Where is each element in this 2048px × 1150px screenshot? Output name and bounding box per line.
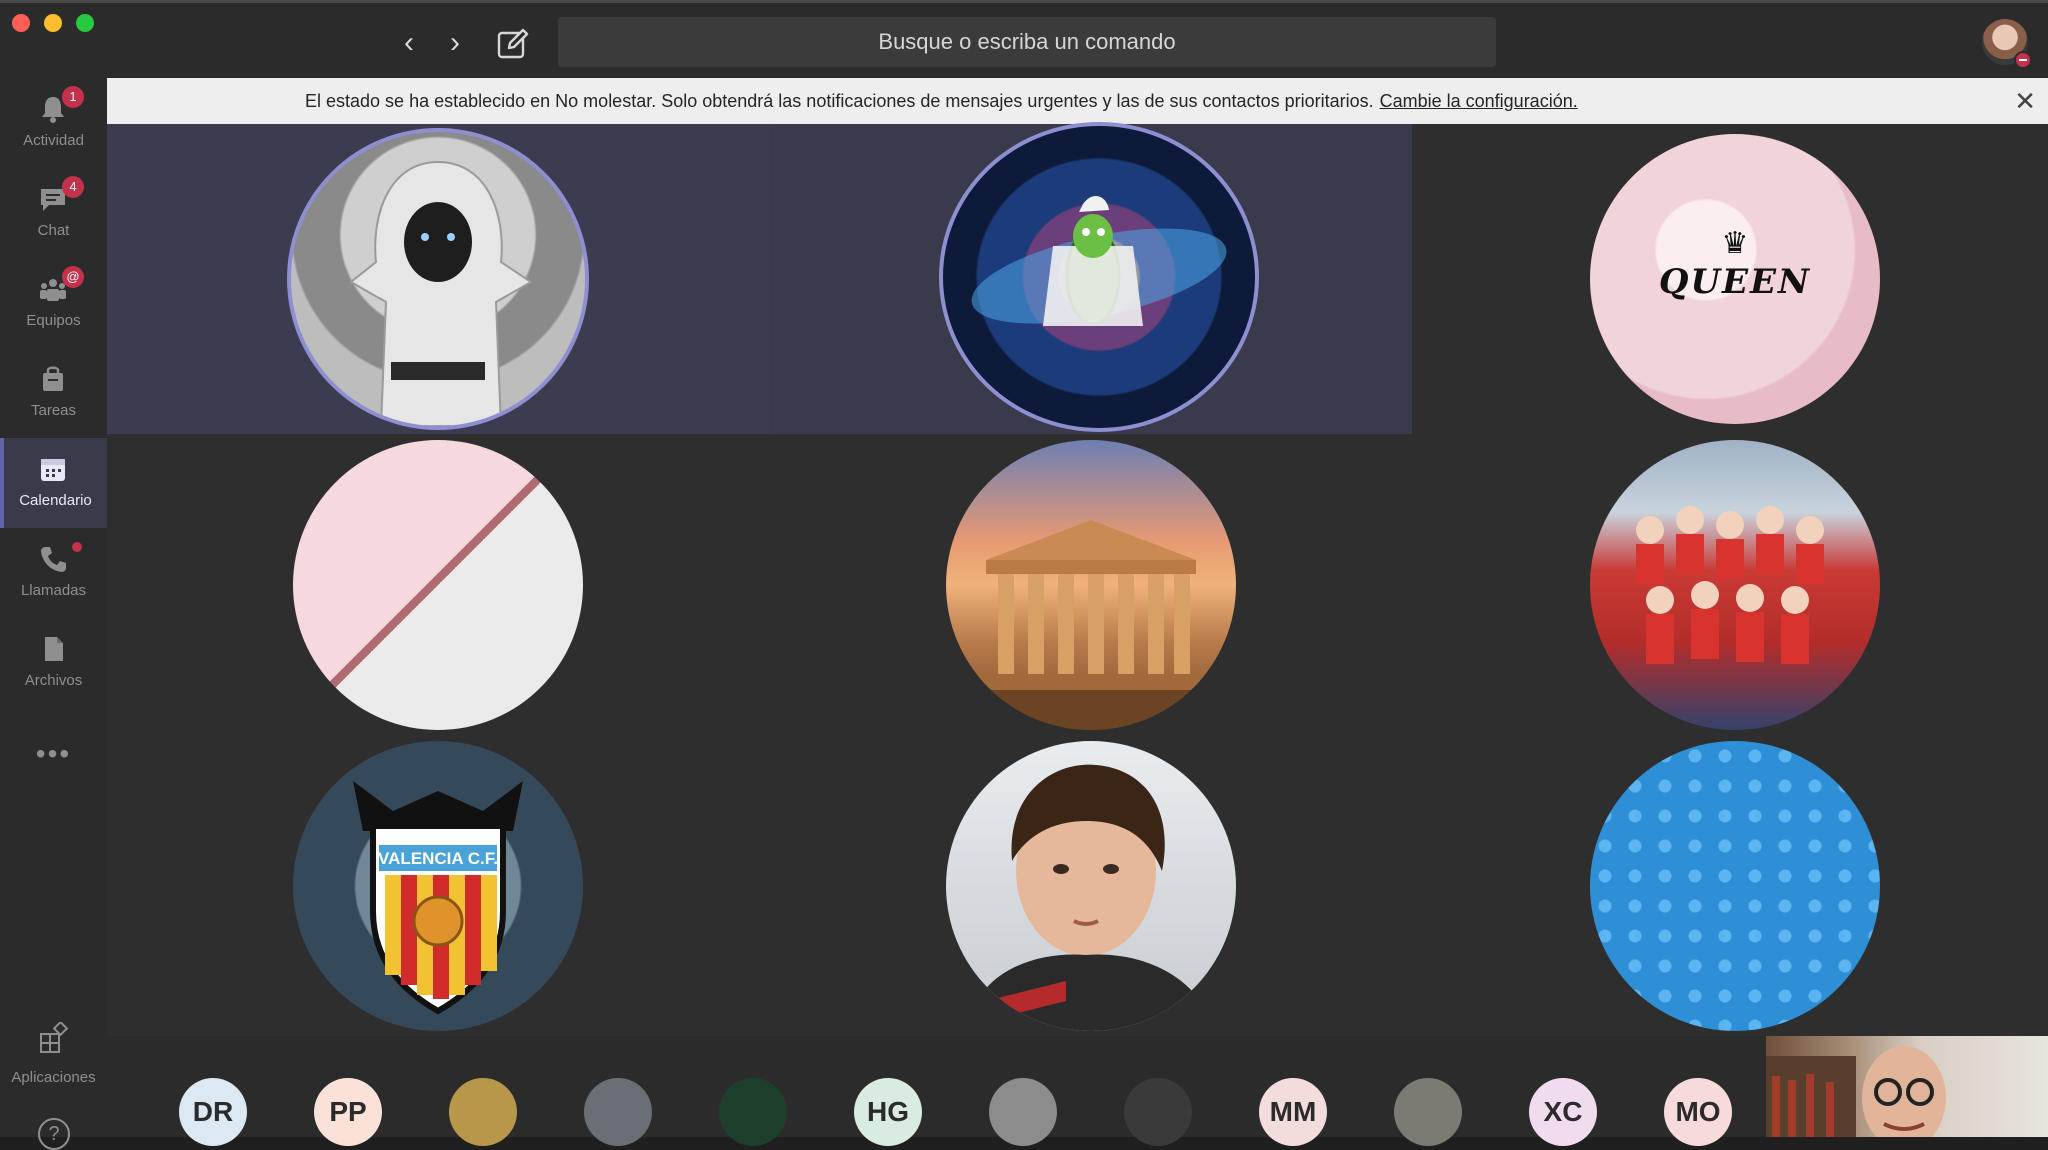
pink-marble-avatar — [293, 440, 583, 730]
more-apps-button[interactable]: ••• — [0, 738, 107, 770]
change-settings-link[interactable]: Cambie la configuración. — [1380, 91, 1578, 111]
calendar-icon — [41, 459, 65, 481]
apps-label: Aplicaciones — [11, 1069, 96, 1086]
participant-avatar[interactable]: MO — [1664, 1078, 1732, 1146]
chevron-right-icon[interactable]: › — [440, 25, 470, 61]
sidebar-item-label: Equipos — [26, 312, 81, 329]
sidebar-item-label: Chat — [37, 222, 70, 239]
crown-icon: ♛ — [1721, 227, 1749, 260]
participant-avatar[interactable]: PP — [314, 1078, 382, 1146]
participant-initials: HG — [867, 1096, 909, 1127]
sidebar-item-archivos[interactable]: Archivos — [0, 618, 107, 708]
sidebar-item-chat[interactable]: 4 Chat — [0, 168, 107, 258]
participant-avatar[interactable] — [719, 1078, 787, 1146]
participant-tile[interactable] — [1412, 735, 2048, 1036]
participant-tile[interactable] — [107, 124, 769, 434]
football-team-avatar — [1590, 440, 1880, 730]
participant-tile[interactable]: ♛ QUEEN — [1412, 124, 2048, 434]
file-icon — [45, 637, 63, 661]
participant-tile[interactable] — [1412, 434, 2048, 735]
participant-avatar[interactable] — [1124, 1078, 1192, 1146]
participant-initials: PP — [329, 1096, 367, 1127]
galaxy-pickle-avatar — [939, 122, 1259, 432]
bag-icon — [43, 366, 63, 391]
help-icon[interactable]: ? — [38, 1118, 70, 1150]
close-icon[interactable]: ✕ — [2014, 78, 2036, 124]
participant-avatar[interactable]: HG — [854, 1078, 922, 1146]
notice-message: El estado se ha establecido en No molest… — [305, 78, 1578, 124]
phone-icon — [41, 547, 66, 572]
app-sidebar: 1 Actividad 4 Chat @ Equipos Tareas Cale… — [0, 78, 107, 1150]
sidebar-item-label: Actividad — [23, 132, 84, 149]
participant-avatar[interactable]: XC — [1529, 1078, 1597, 1146]
self-video-preview[interactable] — [1766, 1036, 2048, 1137]
minimize-window-button[interactable] — [44, 14, 62, 32]
maximize-window-button[interactable] — [76, 14, 94, 32]
participant-avatar[interactable]: DR — [179, 1078, 247, 1146]
sidebar-item-equipos[interactable]: @ Equipos — [0, 258, 107, 348]
calls-dot-badge — [72, 542, 82, 552]
teams-mention-badge: @ — [62, 266, 84, 288]
sidebar-item-label: Calendario — [19, 492, 92, 509]
activity-count-badge: 1 — [62, 86, 84, 108]
do-not-disturb-status-icon — [2014, 51, 2032, 69]
participant-tile[interactable] — [769, 434, 1412, 735]
queen-text: QUEEN — [1658, 262, 1812, 302]
sidebar-item-llamadas[interactable]: Llamadas — [0, 528, 107, 618]
blue-stars-avatar — [1590, 741, 1880, 1031]
compose-icon[interactable] — [496, 27, 530, 61]
boy-photo-avatar — [946, 741, 1236, 1031]
queen-fur-avatar: ♛ QUEEN — [1590, 134, 1880, 424]
search-input[interactable]: Busque o escriba un comando — [558, 17, 1496, 67]
sidebar-item-label: Tareas — [30, 402, 77, 419]
apps-icon — [39, 1020, 68, 1053]
participant-initials: MM — [1269, 1096, 1317, 1127]
participant-initials: DR — [192, 1096, 234, 1127]
valencia-cf-avatar: VALENCIA C.F. — [293, 741, 583, 1031]
notice-text: El estado se ha establecido en No molest… — [305, 91, 1374, 111]
participant-tile[interactable]: VALENCIA C.F. — [107, 735, 769, 1036]
participant-strip: DR PP HG MM XC MO — [107, 1036, 1766, 1146]
chevron-left-icon[interactable]: ‹ — [394, 25, 424, 61]
sidebar-item-tareas[interactable]: Tareas — [0, 348, 107, 438]
participant-tile[interactable] — [107, 434, 769, 735]
participant-initials: XC — [1543, 1096, 1583, 1127]
sidebar-item-actividad[interactable]: 1 Actividad — [0, 78, 107, 168]
title-bar: ‹ › Busque o escriba un comando — [0, 0, 2048, 78]
sidebar-item-calendario[interactable]: Calendario — [0, 438, 107, 528]
sidebar-item-label: Archivos — [24, 672, 83, 689]
participant-avatar[interactable]: MM — [1259, 1078, 1327, 1146]
chat-count-badge: 4 — [62, 176, 84, 198]
hooded-figure-avatar — [287, 128, 589, 430]
dnd-notification-banner: El estado se ha establecido en No molest… — [107, 78, 2048, 124]
close-window-button[interactable] — [12, 14, 30, 32]
participant-avatar[interactable] — [449, 1078, 517, 1146]
participant-avatar[interactable] — [1394, 1078, 1462, 1146]
participant-grid: ♛ QUEEN VALENCIA C.F. — [107, 122, 2048, 1036]
sidebar-item-label: Llamadas — [20, 582, 87, 599]
participant-avatar[interactable] — [989, 1078, 1057, 1146]
participant-tile[interactable] — [769, 735, 1412, 1036]
valencia-cf-text: VALENCIA C.F. — [378, 849, 498, 868]
participant-avatar[interactable] — [584, 1078, 652, 1146]
parthenon-avatar — [946, 440, 1236, 730]
apps-button[interactable]: Aplicaciones — [0, 1020, 107, 1086]
participant-initials: MO — [1675, 1096, 1721, 1127]
participant-tile[interactable] — [769, 122, 1412, 434]
